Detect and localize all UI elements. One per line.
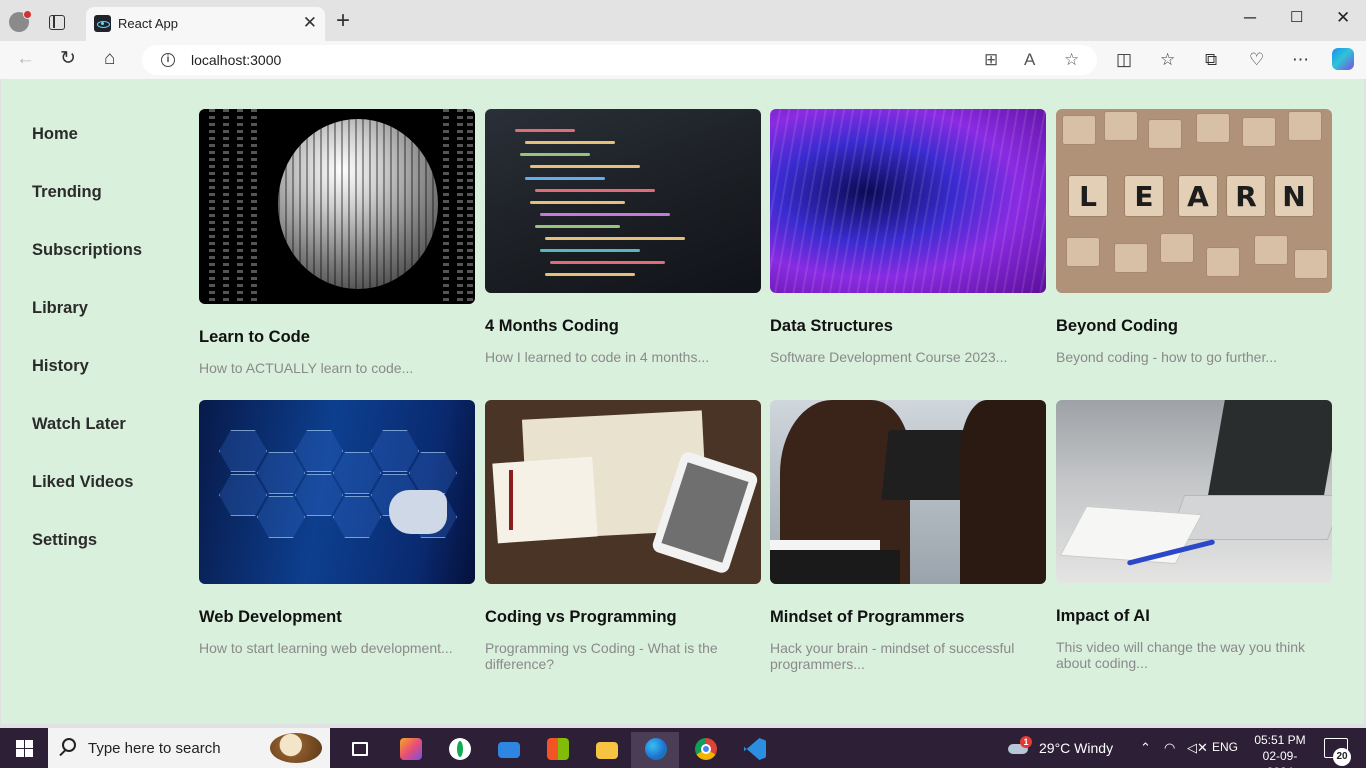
- split-screen-icon[interactable]: ◫: [1116, 50, 1132, 70]
- search-icon: [62, 738, 76, 752]
- video-title[interactable]: Coding vs Programming: [485, 608, 677, 627]
- learn-tile-e: E: [1124, 175, 1164, 217]
- close-tab-icon[interactable]: ✕: [303, 14, 317, 32]
- taskbar-search-box[interactable]: Type here to search: [48, 728, 330, 768]
- clock-date: 02-09-2024: [1262, 749, 1298, 768]
- copilot-taskbar-icon[interactable]: [386, 732, 434, 768]
- video-thumbnail[interactable]: [1056, 400, 1332, 583]
- video-card[interactable]: Web Development How to start learning we…: [199, 400, 475, 656]
- video-description: Software Development Course 2023...: [770, 349, 1008, 365]
- close-window-icon[interactable]: ✕: [1336, 8, 1350, 28]
- windows-taskbar: Type here to search 1 29°C Windy ⌃ ◠ ◁✕ …: [0, 728, 1366, 768]
- back-icon[interactable]: ←: [16, 49, 35, 69]
- favorites-icon[interactable]: ☆: [1160, 50, 1175, 70]
- video-card[interactable]: Coding vs Programming Programming vs Cod…: [485, 400, 761, 672]
- react-favicon-icon: [94, 15, 111, 32]
- clock-time: 05:51 PM: [1254, 733, 1306, 747]
- sidebar-item-settings[interactable]: Settings: [32, 531, 97, 550]
- address-toolbar: ← ↻ ⌂ i localhost:3000 ⊞ A ☆ ◫ ☆ ⧉ ♡ ⋯: [0, 41, 1366, 79]
- weather-icon[interactable]: 1: [1008, 736, 1032, 756]
- video-title[interactable]: Impact of AI: [1056, 607, 1150, 626]
- clock[interactable]: 05:51 PM 02-09-2024: [1250, 732, 1310, 768]
- notification-count: 20: [1333, 748, 1351, 766]
- profile-icon[interactable]: [9, 10, 32, 32]
- app-available-icon[interactable]: ⊞: [984, 50, 998, 70]
- video-thumbnail[interactable]: [199, 109, 475, 304]
- maximize-icon[interactable]: ☐: [1290, 8, 1303, 28]
- video-thumbnail[interactable]: [485, 109, 761, 293]
- video-thumbnail[interactable]: [199, 400, 475, 584]
- file-explorer-icon[interactable]: [582, 732, 630, 768]
- video-card[interactable]: L E A R N Beyond Coding Beyond coding - …: [1056, 109, 1332, 365]
- read-aloud-icon[interactable]: A: [1024, 50, 1035, 70]
- search-placeholder[interactable]: Type here to search: [88, 740, 221, 757]
- refresh-icon[interactable]: ↻: [60, 49, 76, 69]
- sidebar-item-subscriptions[interactable]: Subscriptions: [32, 241, 142, 260]
- video-title[interactable]: Learn to Code: [199, 328, 310, 347]
- video-description: Hack your brain - mindset of successful …: [770, 640, 1015, 672]
- video-card[interactable]: Learn to Code How to ACTUALLY learn to c…: [199, 109, 475, 376]
- video-description: How to start learning web development...: [199, 640, 453, 656]
- edge-taskbar-icon[interactable]: [631, 732, 679, 768]
- favorite-star-icon[interactable]: ☆: [1064, 50, 1079, 70]
- video-description: How to ACTUALLY learn to code...: [199, 360, 414, 376]
- video-thumbnail[interactable]: [770, 109, 1046, 293]
- collections-icon[interactable]: ⧉: [1205, 50, 1217, 70]
- app-page: Home Trending Subscriptions Library Hist…: [1, 79, 1364, 724]
- windows-start-icon[interactable]: [16, 740, 33, 757]
- language-indicator[interactable]: ENG: [1212, 740, 1238, 754]
- copilot-icon[interactable]: [1332, 48, 1354, 70]
- sidebar-item-liked-videos[interactable]: Liked Videos: [32, 473, 133, 492]
- more-options-icon[interactable]: ⋯: [1292, 50, 1309, 70]
- video-thumbnail[interactable]: [770, 400, 1046, 584]
- video-title[interactable]: Beyond Coding: [1056, 317, 1178, 336]
- mongodb-compass-icon[interactable]: [435, 732, 483, 768]
- sidebar-item-library[interactable]: Library: [32, 299, 88, 318]
- video-card[interactable]: Mindset of Programmers Hack your brain -…: [770, 400, 1046, 672]
- new-tab-icon[interactable]: +: [336, 9, 350, 33]
- chrome-icon[interactable]: [681, 732, 729, 768]
- network-icon[interactable]: ◠: [1164, 740, 1175, 756]
- video-thumbnail[interactable]: [485, 400, 761, 584]
- learn-tile-n: N: [1274, 175, 1314, 217]
- microsoft-store-icon[interactable]: [533, 732, 581, 768]
- video-title[interactable]: 4 Months Coding: [485, 317, 619, 336]
- video-description: Beyond coding - how to go further...: [1056, 349, 1278, 365]
- address-bar[interactable]: i localhost:3000 ⊞ A ☆: [142, 45, 1097, 75]
- url-text[interactable]: localhost:3000: [191, 52, 281, 68]
- learn-tile-a: A: [1178, 175, 1218, 217]
- mail-icon[interactable]: [484, 732, 532, 768]
- video-card[interactable]: 4 Months Coding How I learned to code in…: [485, 109, 761, 365]
- sidebar-item-home[interactable]: Home: [32, 125, 78, 144]
- sidebar-item-history[interactable]: History: [32, 357, 89, 376]
- show-hidden-icons-icon[interactable]: ⌃: [1140, 740, 1151, 756]
- video-title[interactable]: Web Development: [199, 608, 342, 627]
- video-description: This video will change the way you think…: [1056, 639, 1306, 671]
- tab-title: React App: [118, 16, 178, 31]
- home-icon[interactable]: ⌂: [104, 49, 115, 69]
- video-description: Programming vs Coding - What is the diff…: [485, 640, 718, 672]
- tab-actions-icon[interactable]: [49, 15, 65, 30]
- vscode-icon[interactable]: [730, 732, 778, 768]
- video-card[interactable]: Data Structures Software Development Cou…: [770, 109, 1046, 365]
- learn-tile-r: R: [1226, 175, 1266, 217]
- minimize-icon[interactable]: ─: [1244, 8, 1256, 28]
- browser-essentials-icon[interactable]: ♡: [1249, 50, 1264, 70]
- weather-badge: 1: [1020, 736, 1032, 748]
- search-highlight-image: [270, 733, 322, 763]
- sidebar-item-trending[interactable]: Trending: [32, 183, 102, 202]
- learn-tile-l: L: [1068, 175, 1108, 217]
- browser-tab-strip: React App ✕ + ─ ☐ ✕: [0, 0, 1366, 41]
- video-title[interactable]: Mindset of Programmers: [770, 608, 964, 627]
- weather-text[interactable]: 29°C Windy: [1039, 740, 1113, 756]
- video-title[interactable]: Data Structures: [770, 317, 893, 336]
- browser-tab[interactable]: React App ✕: [86, 7, 325, 41]
- sidebar-item-watch-later[interactable]: Watch Later: [32, 415, 126, 434]
- video-description: How I learned to code in 4 months...: [485, 349, 710, 365]
- video-card[interactable]: Impact of AI This video will change the …: [1056, 400, 1332, 671]
- task-view-icon[interactable]: [336, 732, 384, 768]
- video-thumbnail[interactable]: L E A R N: [1056, 109, 1332, 293]
- site-info-icon[interactable]: i: [161, 53, 175, 67]
- volume-muted-icon[interactable]: ◁✕: [1187, 740, 1208, 756]
